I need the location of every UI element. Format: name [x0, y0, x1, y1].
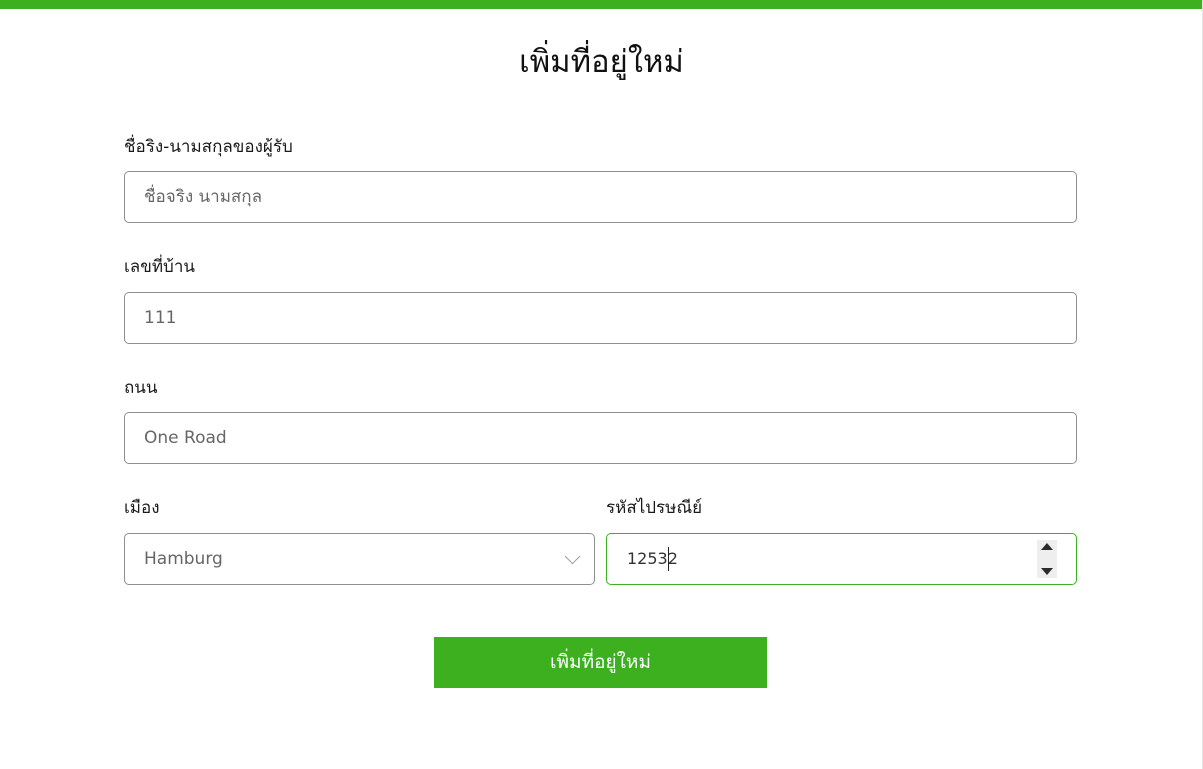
spin-down-icon[interactable]	[1041, 568, 1053, 575]
street-label: ถนน	[124, 378, 158, 398]
street-value: One Road	[144, 428, 227, 448]
house-number-label: เลขที่บ้าน	[124, 257, 196, 277]
spin-up-icon[interactable]	[1041, 543, 1053, 550]
street-input[interactable]: One Road	[124, 412, 1077, 464]
postal-code-value: 12532	[627, 549, 678, 568]
page-title: เพิ่มที่อยู่ใหม่	[519, 44, 684, 80]
top-accent-bar	[0, 0, 1203, 9]
postal-code-input[interactable]: 12532	[606, 533, 1077, 585]
text-caret	[668, 547, 669, 571]
house-number-value: 111	[144, 308, 177, 328]
city-label: เมือง	[124, 498, 160, 518]
recipient-name-label: ชื่อริง-นามสกุลของผู้รับ	[124, 137, 293, 157]
city-select[interactable]: Hamburg	[124, 533, 595, 585]
recipient-name-placeholder: ชื่อจริง นามสกุล	[144, 187, 263, 207]
postal-code-label: รหัสไปรษณีย์	[606, 498, 703, 518]
recipient-name-input[interactable]: ชื่อจริง นามสกุล	[124, 171, 1077, 223]
house-number-input[interactable]: 111	[124, 292, 1077, 344]
city-selected-value: Hamburg	[144, 549, 223, 569]
number-spinner[interactable]	[1037, 540, 1057, 578]
chevron-down-icon	[564, 548, 581, 565]
add-address-button[interactable]: เพิ่มที่อยู่ใหม่	[434, 637, 767, 688]
